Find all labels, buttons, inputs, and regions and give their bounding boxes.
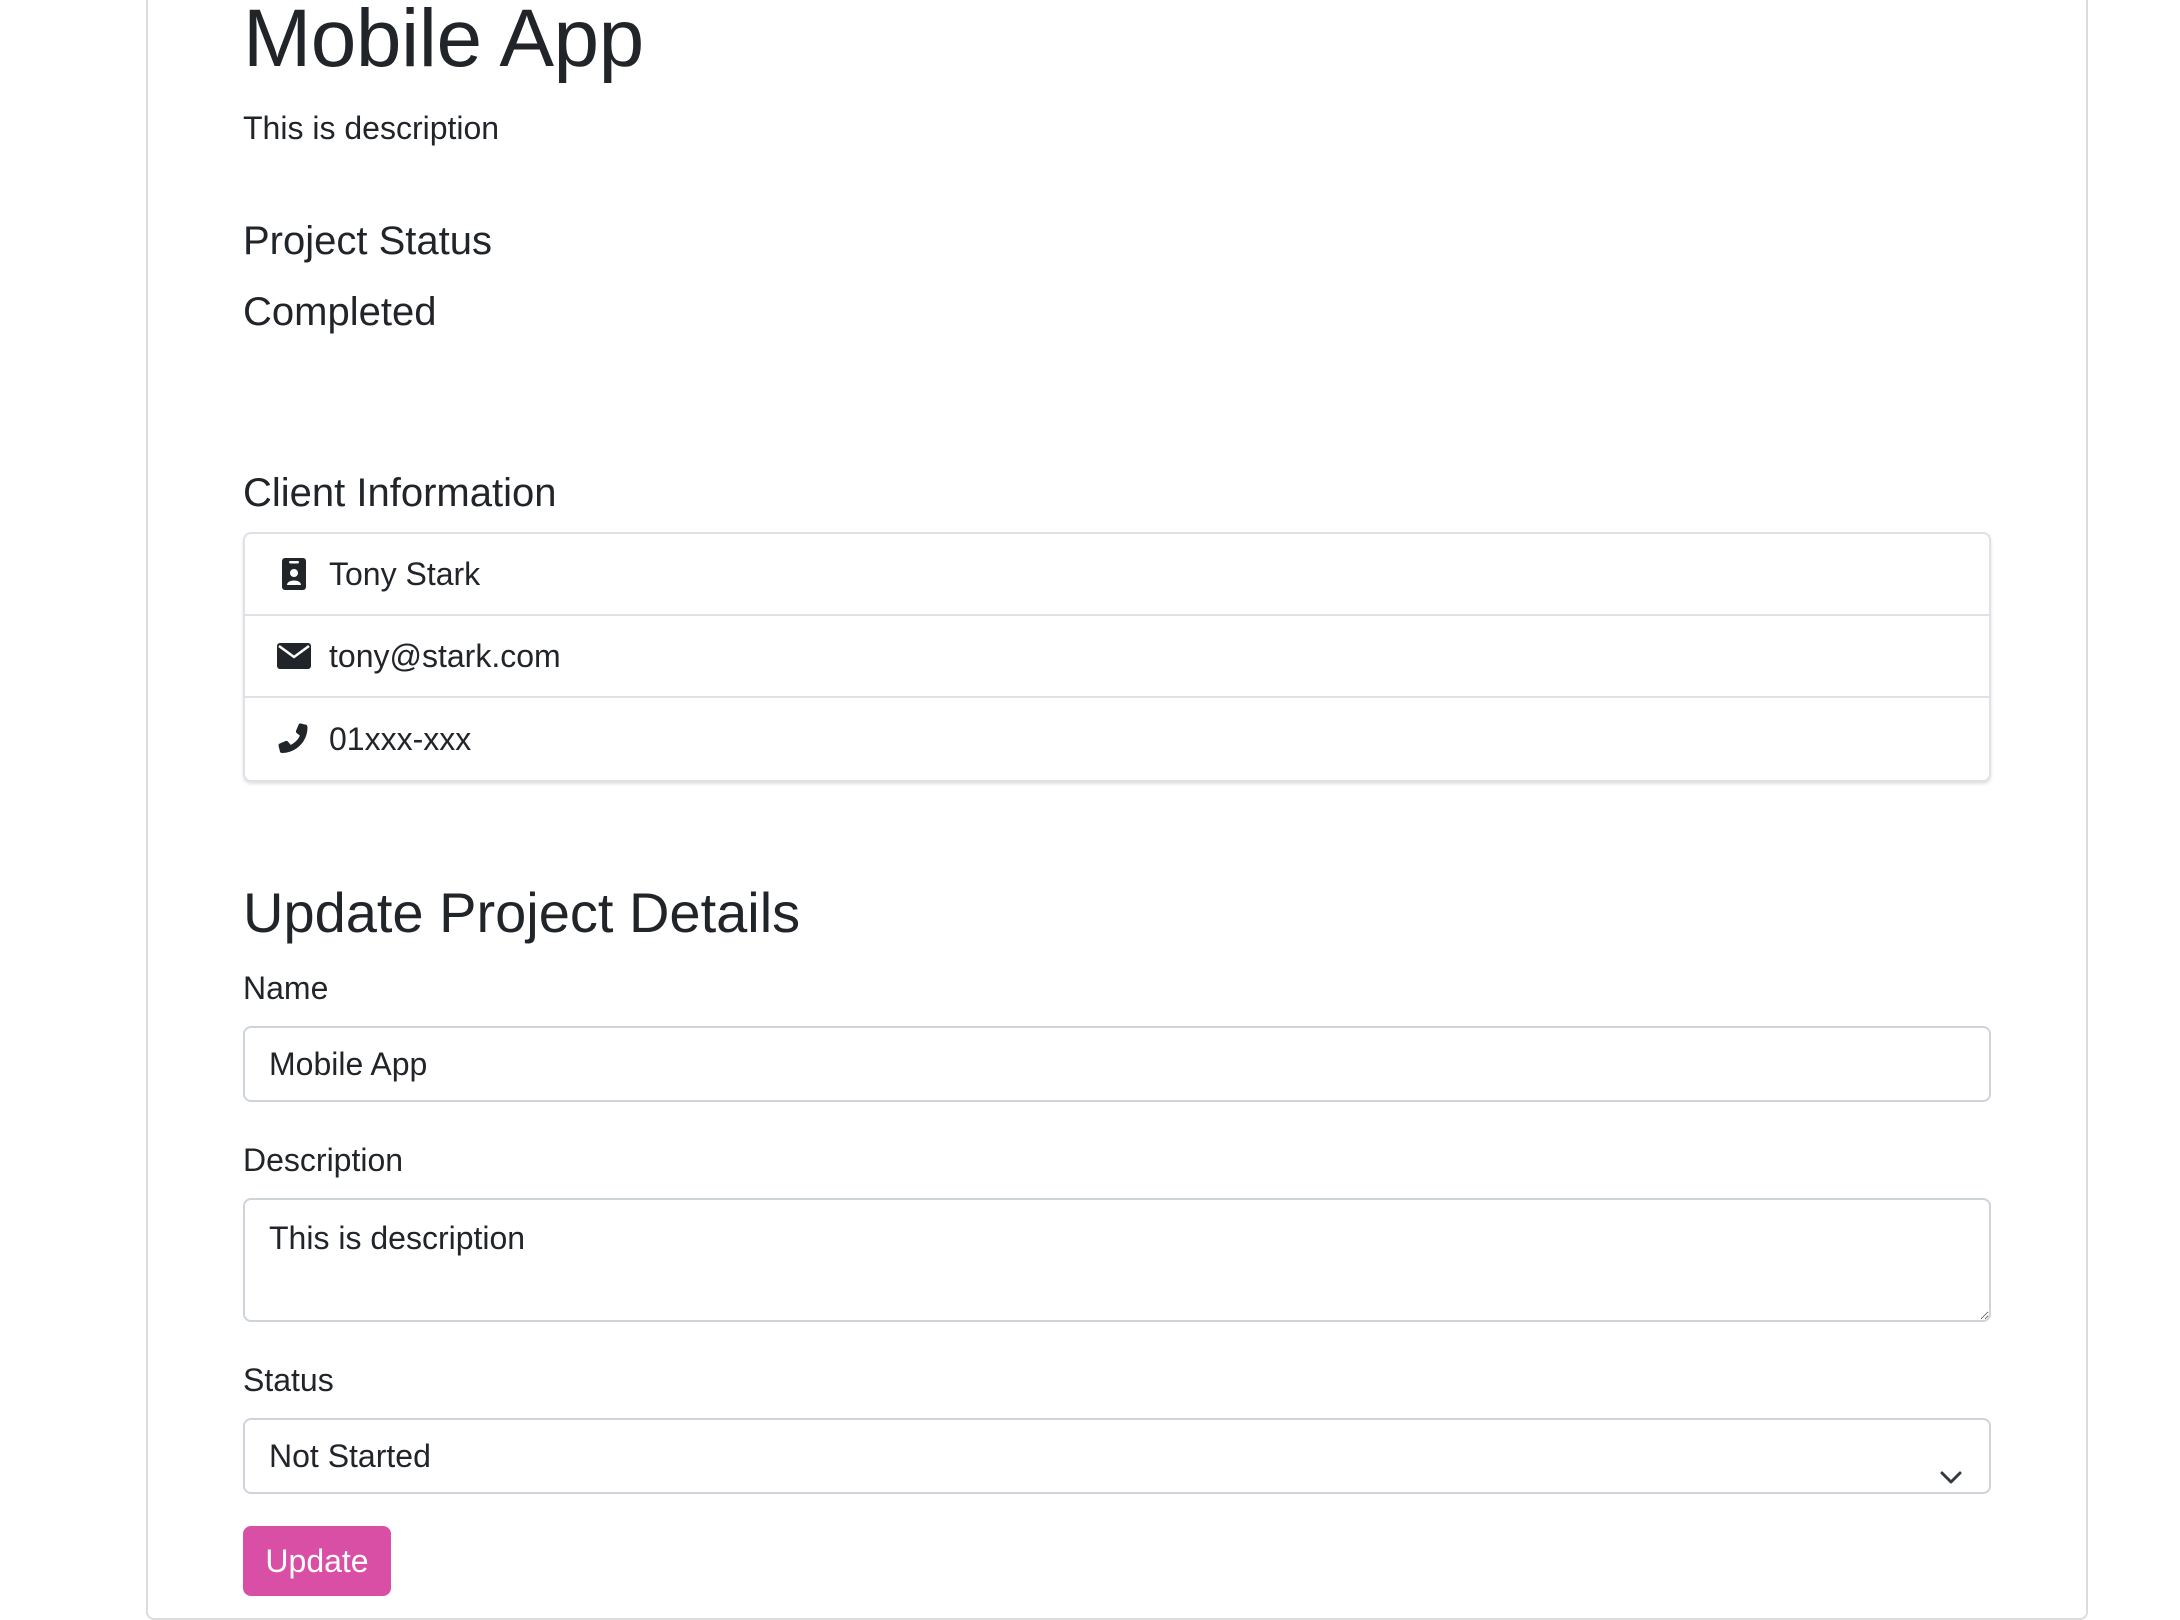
page-title: Mobile App bbox=[243, 0, 644, 84]
project-description: This is description bbox=[243, 110, 500, 146]
client-info-heading: Client Information bbox=[243, 471, 557, 515]
client-email-item: tony@stark.com bbox=[245, 616, 1989, 698]
description-textarea[interactable]: This is description bbox=[243, 1198, 1991, 1322]
phone-icon bbox=[277, 722, 311, 756]
client-phone: 01xxx-xxx bbox=[329, 721, 472, 757]
update-form-heading: Update Project Details bbox=[243, 881, 801, 944]
name-label: Name bbox=[243, 970, 329, 1006]
update-button[interactable]: Update bbox=[243, 1526, 391, 1596]
id-badge-icon bbox=[277, 557, 311, 591]
status-selected-value: Not Started bbox=[269, 1438, 431, 1474]
description-label: Description bbox=[243, 1142, 404, 1178]
status-label: Status bbox=[243, 1362, 334, 1398]
client-name-item: Tony Stark bbox=[245, 534, 1989, 616]
project-status-value: Completed bbox=[243, 290, 437, 334]
project-status-heading: Project Status bbox=[243, 219, 493, 263]
client-phone-item: 01xxx-xxx bbox=[245, 698, 1989, 780]
client-name: Tony Stark bbox=[329, 556, 481, 592]
status-select[interactable]: Not Started bbox=[243, 1418, 1991, 1494]
name-input[interactable] bbox=[243, 1026, 1991, 1102]
envelope-icon bbox=[277, 639, 311, 673]
client-email: tony@stark.com bbox=[329, 638, 561, 674]
client-info-list: Tony Stark tony@stark.com 01xxx-xxx bbox=[243, 532, 1991, 782]
chevron-down-icon bbox=[1937, 1444, 1965, 1484]
